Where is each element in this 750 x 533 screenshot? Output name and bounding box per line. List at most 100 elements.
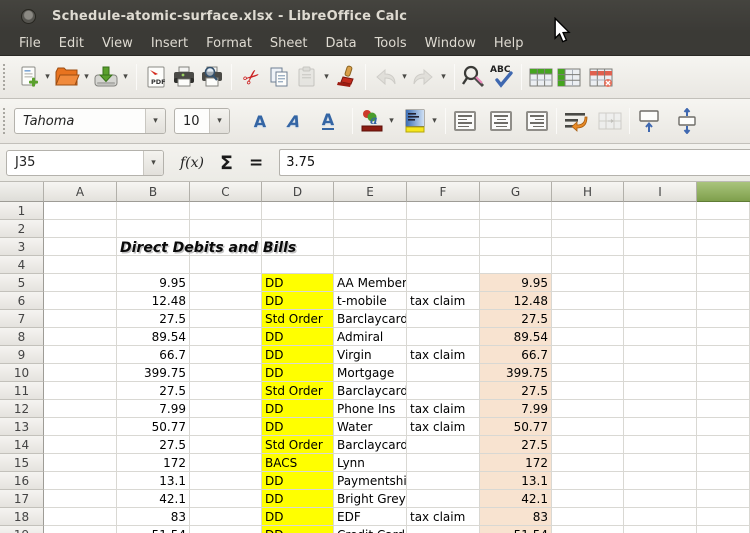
cell-A5[interactable] <box>44 274 117 292</box>
cell-F15[interactable] <box>407 454 480 472</box>
cell-G14[interactable]: 27.5 <box>480 436 552 454</box>
menu-insert[interactable]: Insert <box>142 34 197 53</box>
cell-E6[interactable]: t-mobile <box>334 292 407 310</box>
cell-J7[interactable] <box>697 310 750 328</box>
open-button[interactable] <box>53 61 81 93</box>
cell-J9[interactable] <box>697 346 750 364</box>
cell-J17[interactable] <box>697 490 750 508</box>
align-center-button[interactable] <box>487 105 515 137</box>
cell-D6[interactable]: DD <box>262 292 334 310</box>
cell-F5[interactable] <box>407 274 480 292</box>
column-header-B[interactable]: B <box>117 182 190 202</box>
cell-H10[interactable] <box>552 364 624 382</box>
cell-F17[interactable] <box>407 490 480 508</box>
cell-C6[interactable] <box>190 292 262 310</box>
cell-B13[interactable]: 50.77 <box>117 418 190 436</box>
cell-H8[interactable] <box>552 328 624 346</box>
formula-input-line[interactable]: 3.75 <box>279 149 750 176</box>
cell-H6[interactable] <box>552 292 624 310</box>
row-header-8[interactable]: 8 <box>0 328 44 346</box>
cell-A9[interactable] <box>44 346 117 364</box>
font-name-combo[interactable]: Tahoma ▾ <box>14 108 166 134</box>
cell-I8[interactable] <box>624 328 697 346</box>
cell-E10[interactable]: Mortgage <box>334 364 407 382</box>
cell-E8[interactable]: Admiral <box>334 328 407 346</box>
function-wizard-button[interactable]: f(x) <box>180 155 204 171</box>
cell-H18[interactable] <box>552 508 624 526</box>
cell-B8[interactable]: 89.54 <box>117 328 190 346</box>
cell-F2[interactable] <box>407 220 480 238</box>
toolbar-grip[interactable] <box>3 108 9 134</box>
cell-C1[interactable] <box>190 202 262 220</box>
cell-H12[interactable] <box>552 400 624 418</box>
cell-A17[interactable] <box>44 490 117 508</box>
cell-A4[interactable] <box>44 256 117 274</box>
cell-H16[interactable] <box>552 472 624 490</box>
row-header-11[interactable]: 11 <box>0 382 44 400</box>
cell-G13[interactable]: 50.77 <box>480 418 552 436</box>
redo-button[interactable] <box>410 61 438 93</box>
cell-F1[interactable] <box>407 202 480 220</box>
cell-D17[interactable]: DD <box>262 490 334 508</box>
cell-D19[interactable]: DD <box>262 526 334 533</box>
cell-F6[interactable]: tax claim <box>407 292 480 310</box>
cell-C2[interactable] <box>190 220 262 238</box>
row-header-10[interactable]: 10 <box>0 364 44 382</box>
insert-columns-button[interactable] <box>555 61 583 93</box>
cell-C16[interactable] <box>190 472 262 490</box>
cell-E15[interactable]: Lynn <box>334 454 407 472</box>
cell-I17[interactable] <box>624 490 697 508</box>
cell-F9[interactable]: tax claim <box>407 346 480 364</box>
cell-E7[interactable]: Barclaycard <box>334 310 407 328</box>
font-size-combo[interactable]: 10 ▾ <box>174 108 230 134</box>
insert-rows-button[interactable] <box>527 61 555 93</box>
row-header-18[interactable]: 18 <box>0 508 44 526</box>
cell-F16[interactable] <box>407 472 480 490</box>
cell-A15[interactable] <box>44 454 117 472</box>
cell-F4[interactable] <box>407 256 480 274</box>
spelling-button[interactable]: ABC <box>488 61 516 93</box>
cell-D7[interactable]: Std Order <box>262 310 334 328</box>
cell-H11[interactable] <box>552 382 624 400</box>
clone-formatting-button[interactable] <box>332 61 360 93</box>
cell-E4[interactable] <box>334 256 407 274</box>
undo-dropdown[interactable]: ▾ <box>399 72 410 82</box>
row-header-13[interactable]: 13 <box>0 418 44 436</box>
cell-A11[interactable] <box>44 382 117 400</box>
cell-A3[interactable] <box>44 238 117 256</box>
font-name-dropdown[interactable]: ▾ <box>145 109 165 133</box>
menu-help[interactable]: Help <box>485 34 533 53</box>
cell-B2[interactable] <box>117 220 190 238</box>
cell-A16[interactable] <box>44 472 117 490</box>
center-vertically-button[interactable] <box>673 105 701 137</box>
name-box-dropdown[interactable]: ▾ <box>143 150 163 175</box>
cell-H2[interactable] <box>552 220 624 238</box>
paste-dropdown[interactable]: ▾ <box>321 72 332 82</box>
cell-G9[interactable]: 66.7 <box>480 346 552 364</box>
cell-A6[interactable] <box>44 292 117 310</box>
align-top-button[interactable] <box>635 105 663 137</box>
cell-E12[interactable]: Phone Ins <box>334 400 407 418</box>
cell-B12[interactable]: 7.99 <box>117 400 190 418</box>
row-header-15[interactable]: 15 <box>0 454 44 472</box>
cell-A18[interactable] <box>44 508 117 526</box>
menu-edit[interactable]: Edit <box>50 34 93 53</box>
cell-H5[interactable] <box>552 274 624 292</box>
cell-B11[interactable]: 27.5 <box>117 382 190 400</box>
cell-G18[interactable]: 83 <box>480 508 552 526</box>
cell-E1[interactable] <box>334 202 407 220</box>
cell-H14[interactable] <box>552 436 624 454</box>
row-header-6[interactable]: 6 <box>0 292 44 310</box>
row-header-5[interactable]: 5 <box>0 274 44 292</box>
cell-J5[interactable] <box>697 274 750 292</box>
row-header-2[interactable]: 2 <box>0 220 44 238</box>
cell-A13[interactable] <box>44 418 117 436</box>
cell-E11[interactable]: Barclaycard <box>334 382 407 400</box>
cell-D16[interactable]: DD <box>262 472 334 490</box>
cell-A2[interactable] <box>44 220 117 238</box>
row-header-9[interactable]: 9 <box>0 346 44 364</box>
cell-I5[interactable] <box>624 274 697 292</box>
cell-B19[interactable]: 51.54 <box>117 526 190 533</box>
undo-button[interactable] <box>371 61 399 93</box>
new-document-button[interactable] <box>14 61 42 93</box>
